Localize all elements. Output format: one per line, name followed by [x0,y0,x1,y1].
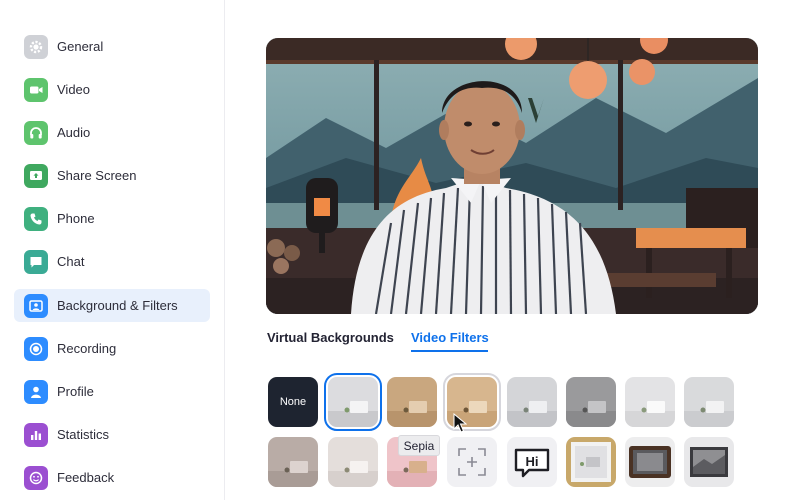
sidebar-item-recording[interactable]: Recording [14,332,210,365]
filter-thumbnail-speech-bubble[interactable]: Hi [507,437,557,487]
filter-thumbnail-soft[interactable] [684,377,734,427]
phone-icon [24,206,48,231]
filter-thumbnail-focus-frame[interactable] [447,437,497,487]
tab-video-filters[interactable]: Video Filters [411,330,489,345]
sidebar-item-label: Chat [57,254,85,269]
virtual-background-scene [266,38,758,314]
focus-frame-icon [458,448,486,476]
bar-chart-icon [24,422,48,447]
chat-bubble-icon [24,249,48,274]
sidebar-item-label: Background & Filters [57,298,178,313]
video-camera-icon [24,77,48,102]
sidebar-item-audio[interactable]: Audio [14,116,210,149]
mouse-cursor-icon [453,413,467,433]
sidebar-item-label: Feedback [57,470,115,485]
filter-thumbnail-tv[interactable] [625,437,675,487]
sidebar-item-background-filters[interactable]: Background & Filters [14,289,210,322]
sidebar-item-label: General [57,39,104,54]
filter-thumbnail-warm[interactable] [387,377,437,427]
sidebar-item-general[interactable]: General [14,30,210,63]
sidebar-item-share-screen[interactable]: Share Screen [14,159,210,192]
settings-sidebar: General Video Audio Share Screen Phone C… [0,0,225,500]
filter-thumbnail-faded[interactable] [328,437,378,487]
sidebar-item-label: Profile [57,384,94,399]
tab-virtual-backgrounds[interactable]: Virtual Backgrounds [267,330,394,345]
speech-bubble-text: Hi [526,454,539,469]
filter-thumbnail-original[interactable] [324,373,382,431]
filter-thumbnail-film[interactable] [684,437,734,487]
user-icon [24,379,48,404]
filter-thumbnail-mono[interactable] [566,377,616,427]
filter-tooltip: Sepia [398,435,440,456]
sidebar-item-label: Share Screen [57,168,137,183]
gear-icon [24,34,48,59]
speech-bubble-icon: Hi [514,448,550,478]
filter-thumbnail-bright[interactable] [625,377,675,427]
filter-thumbnail-cool[interactable] [507,377,557,427]
sidebar-item-label: Audio [57,125,91,140]
filter-thumbnail-picture-frame[interactable] [566,437,616,487]
filter-thumbnail-dusty[interactable] [268,437,318,487]
person-portrait-icon [24,293,48,318]
sidebar-item-feedback[interactable]: Feedback [14,461,210,494]
headphones-icon [24,120,48,145]
sidebar-item-statistics[interactable]: Statistics [14,418,210,451]
filter-none[interactable]: None [268,377,318,427]
record-icon [24,336,48,361]
sidebar-item-label: Phone [57,211,95,226]
video-preview [266,38,758,314]
sidebar-item-label: Video [57,82,91,97]
filter-none-label: None [279,396,307,408]
sidebar-item-phone[interactable]: Phone [14,202,210,235]
share-screen-icon [24,163,48,188]
sidebar-item-chat[interactable]: Chat [14,245,210,278]
sidebar-item-label: Statistics [57,427,110,442]
sidebar-item-profile[interactable]: Profile [14,375,210,408]
active-tab-indicator [411,350,488,352]
sidebar-item-label: Recording [57,341,117,356]
sidebar-item-video[interactable]: Video [14,73,210,106]
smiley-icon [24,465,48,490]
